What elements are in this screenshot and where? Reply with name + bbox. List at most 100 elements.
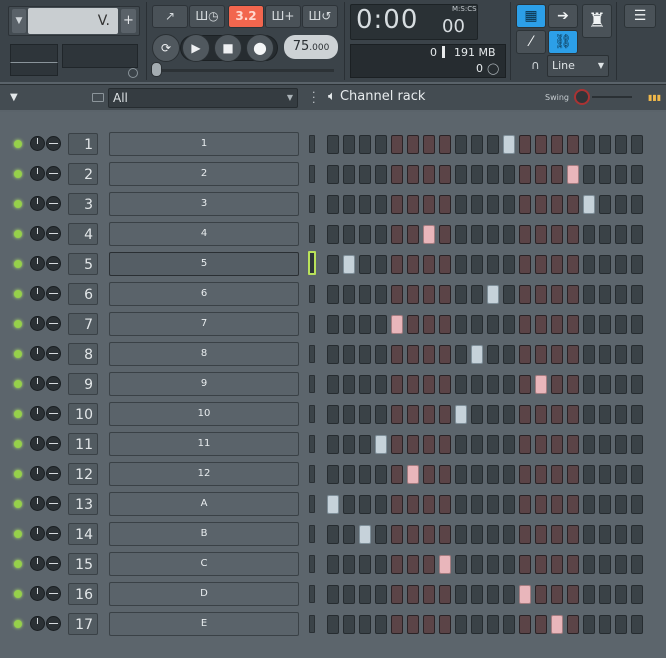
step-button[interactable] (407, 285, 419, 304)
step-button[interactable] (327, 195, 339, 214)
channel-button[interactable]: 5 (109, 252, 299, 276)
channel-select-indicator[interactable] (309, 495, 315, 513)
step-button[interactable] (391, 135, 403, 154)
step-button[interactable] (631, 225, 643, 244)
channel-button[interactable]: 11 (109, 432, 299, 456)
step-button[interactable] (455, 195, 467, 214)
step-button[interactable] (423, 555, 435, 574)
step-button[interactable] (551, 375, 563, 394)
step-button[interactable] (327, 255, 339, 274)
step-button[interactable] (503, 255, 515, 274)
channel-button[interactable]: 2 (109, 162, 299, 186)
step-button[interactable] (551, 435, 563, 454)
channel-button[interactable]: 4 (109, 222, 299, 246)
step-button[interactable] (487, 555, 499, 574)
step-button[interactable] (407, 375, 419, 394)
step-button[interactable] (519, 165, 531, 184)
step-button[interactable] (551, 315, 563, 334)
mute-led[interactable] (14, 380, 22, 388)
step-button[interactable] (535, 195, 547, 214)
step-button[interactable] (423, 135, 435, 154)
channel-select-indicator[interactable] (309, 465, 315, 483)
stop-button[interactable]: ■ (214, 34, 242, 62)
step-button[interactable] (487, 435, 499, 454)
step-button[interactable] (455, 495, 467, 514)
channel-select-indicator[interactable] (309, 315, 315, 333)
step-button[interactable] (567, 375, 579, 394)
step-button[interactable] (503, 525, 515, 544)
volume-knob[interactable] (30, 406, 45, 421)
step-button[interactable] (471, 465, 483, 484)
step-button[interactable] (487, 465, 499, 484)
step-button[interactable] (503, 435, 515, 454)
mute-led[interactable] (14, 140, 22, 148)
step-button[interactable] (599, 405, 611, 424)
volume-knob[interactable] (30, 586, 45, 601)
step-button[interactable] (551, 345, 563, 364)
step-button[interactable] (343, 585, 355, 604)
play-button[interactable]: ▶ (182, 34, 210, 62)
step-button[interactable] (343, 555, 355, 574)
step-button[interactable] (551, 285, 563, 304)
volume-knob[interactable] (30, 136, 45, 151)
channel-select-indicator[interactable] (309, 585, 315, 603)
step-button[interactable] (391, 495, 403, 514)
step-button[interactable] (407, 465, 419, 484)
pan-knob[interactable] (46, 526, 61, 541)
step-button[interactable] (327, 135, 339, 154)
mixer-track-number[interactable]: 4 (68, 223, 98, 245)
step-button[interactable] (599, 585, 611, 604)
step-button[interactable] (503, 555, 515, 574)
step-button[interactable] (599, 375, 611, 394)
step-button[interactable] (471, 195, 483, 214)
step-button[interactable] (375, 615, 387, 634)
mixer-track-number[interactable]: 12 (68, 463, 98, 485)
mute-led[interactable] (14, 170, 22, 178)
step-button[interactable] (631, 255, 643, 274)
step-button[interactable] (615, 135, 627, 154)
step-button[interactable] (439, 405, 451, 424)
step-button[interactable] (359, 615, 371, 634)
step-button[interactable] (631, 615, 643, 634)
step-button[interactable] (359, 165, 371, 184)
step-button[interactable] (615, 375, 627, 394)
step-button[interactable] (391, 585, 403, 604)
step-button[interactable] (519, 255, 531, 274)
step-button[interactable] (455, 525, 467, 544)
step-button[interactable] (455, 375, 467, 394)
step-button[interactable] (535, 375, 547, 394)
step-button[interactable] (487, 165, 499, 184)
step-button[interactable] (519, 525, 531, 544)
mute-led[interactable] (14, 350, 22, 358)
step-button[interactable] (391, 285, 403, 304)
step-button[interactable] (503, 315, 515, 334)
volume-knob[interactable] (30, 466, 45, 481)
step-button[interactable] (375, 285, 387, 304)
step-button[interactable] (327, 405, 339, 424)
channel-filter-select[interactable]: All ▼ (108, 88, 298, 108)
step-button[interactable] (439, 225, 451, 244)
step-button[interactable] (503, 585, 515, 604)
step-button[interactable] (359, 135, 371, 154)
step-button[interactable] (343, 435, 355, 454)
step-button[interactable] (359, 375, 371, 394)
step-button[interactable] (455, 135, 467, 154)
pattern-dropdown-arrow[interactable]: ▼ (12, 9, 26, 33)
master-pitch-slider[interactable] (151, 62, 162, 77)
step-button[interactable] (471, 345, 483, 364)
step-button[interactable] (519, 375, 531, 394)
step-button[interactable] (471, 615, 483, 634)
step-button[interactable] (391, 165, 403, 184)
step-button[interactable] (551, 165, 563, 184)
step-button[interactable] (455, 435, 467, 454)
step-button[interactable] (487, 615, 499, 634)
step-button[interactable] (615, 255, 627, 274)
step-button[interactable] (423, 405, 435, 424)
volume-knob[interactable] (30, 226, 45, 241)
link-icon[interactable]: ⛓ (548, 30, 578, 54)
step-button[interactable] (327, 525, 339, 544)
step-button[interactable] (519, 435, 531, 454)
step-button[interactable] (599, 225, 611, 244)
step-button[interactable] (455, 615, 467, 634)
step-button[interactable] (551, 465, 563, 484)
